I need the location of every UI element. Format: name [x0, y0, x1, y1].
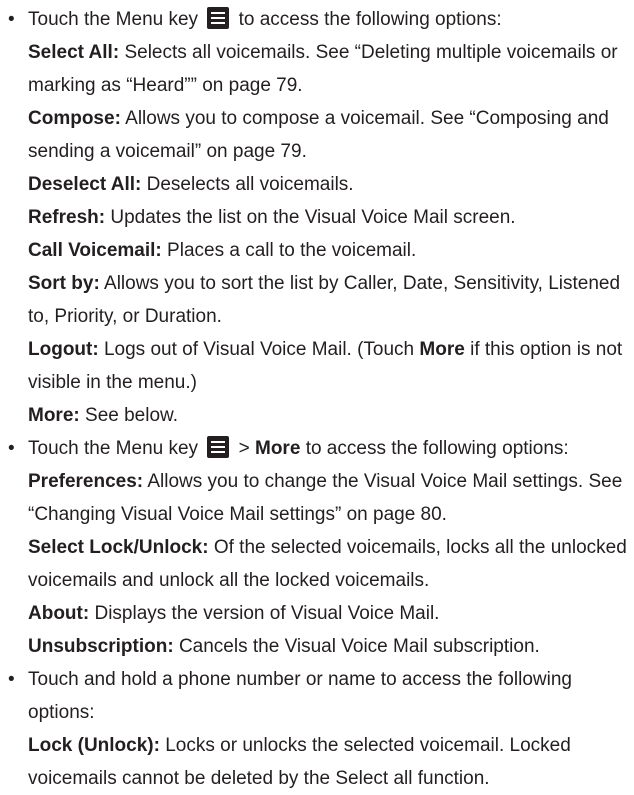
option-select-all: Select All: Selects all voicemails. See … — [28, 42, 618, 96]
option-deselect-all: Deselect All: Deselects all voicemails. — [28, 174, 354, 195]
document-page: • Touch the Menu key to access the follo… — [8, 3, 632, 795]
option-unsubscription: Unsubscription: Cancels the Visual Voice… — [28, 636, 540, 657]
option-call-voicemail: Call Voicemail: Places a call to the voi… — [28, 240, 417, 261]
menu-key-icon — [207, 7, 230, 29]
section3-lead: • Touch and hold a phone number or name … — [8, 663, 632, 729]
option-about: About: Displays the version of Visual Vo… — [28, 603, 440, 624]
option-more: More: See below. — [28, 405, 178, 426]
section1-lead: • Touch the Menu key to access the follo… — [8, 3, 632, 36]
option-lock-unlock: Lock (Unlock): Locks or unlocks the sele… — [28, 735, 571, 789]
option-refresh: Refresh: Updates the list on the Visual … — [28, 207, 516, 228]
option-select-lock-unlock: Select Lock/Unlock: Of the selected voic… — [28, 537, 627, 591]
option-preferences: Preferences: Allows you to change the Vi… — [28, 471, 623, 525]
bullet: • — [8, 9, 15, 30]
option-logout: Logout: Logs out of Visual Voice Mail. (… — [28, 339, 623, 393]
bullet: • — [8, 438, 15, 459]
bullet: • — [8, 669, 15, 690]
option-compose: Compose: Allows you to compose a voicema… — [28, 108, 609, 162]
option-sort-by: Sort by: Allows you to sort the list by … — [28, 273, 621, 327]
menu-key-icon — [207, 436, 230, 458]
section2-lead: • Touch the Menu key > More to access th… — [8, 432, 632, 465]
